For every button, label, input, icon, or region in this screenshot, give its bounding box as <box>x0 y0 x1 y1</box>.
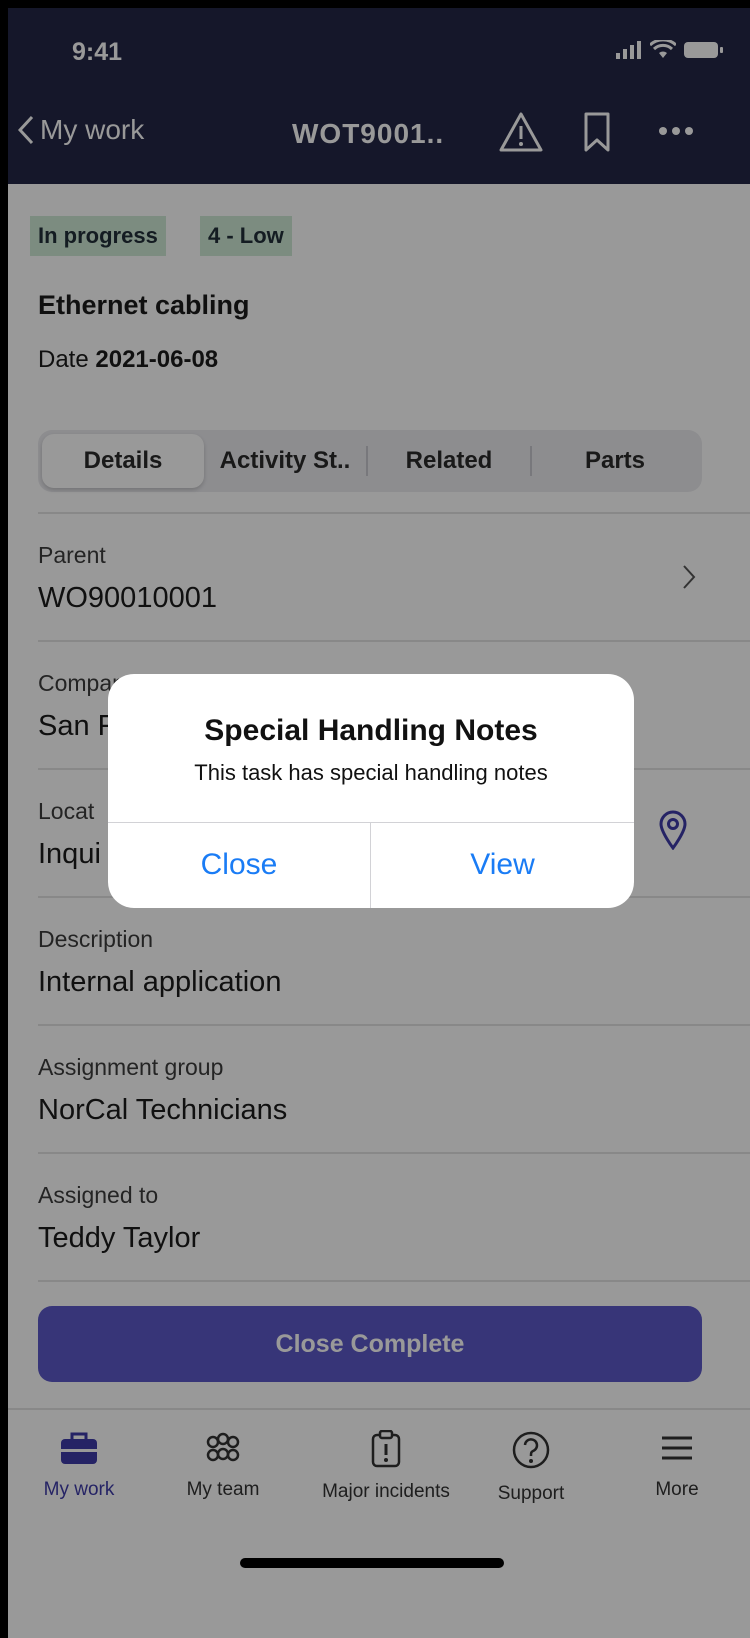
alert-close-button[interactable]: Close <box>108 822 370 908</box>
alert-title: Special Handling Notes <box>204 714 538 747</box>
alert-dialog: Special Handling Notes This task has spe… <box>108 674 634 908</box>
alert-view-button[interactable]: View <box>371 822 634 908</box>
screen: 9:41 My work WOT9001.. In progress 4 - L… <box>8 8 750 1638</box>
device-frame: 9:41 My work WOT9001.. In progress 4 - L… <box>0 0 750 1638</box>
alert-message: This task has special handling notes <box>194 760 548 785</box>
